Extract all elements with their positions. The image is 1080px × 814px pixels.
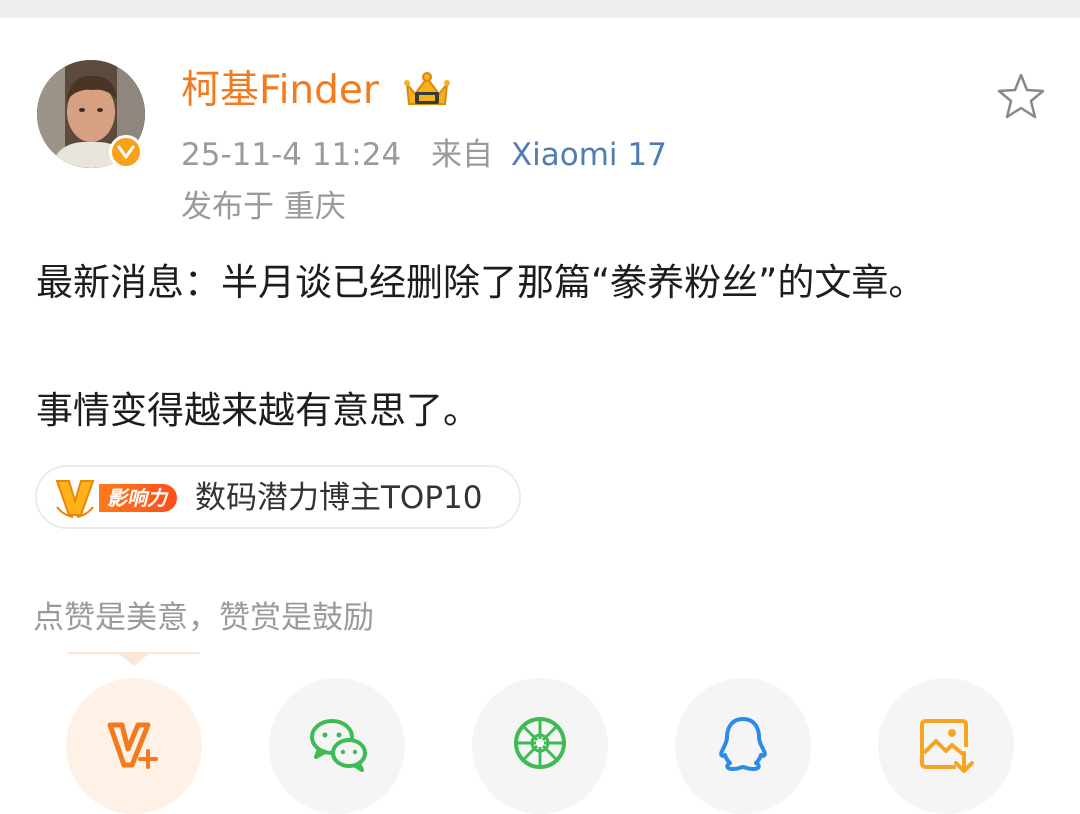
influence-tag: 影响力 bbox=[99, 484, 177, 512]
post-content-line-1: 最新消息：半月谈已经删除了那篇“豢养粉丝”的文章。 bbox=[36, 261, 926, 304]
device-link[interactable]: Xiaomi 17 bbox=[511, 137, 667, 173]
reward-button[interactable] bbox=[66, 678, 202, 814]
save-image-button[interactable] bbox=[878, 678, 1014, 814]
selection-pointer bbox=[117, 652, 151, 666]
appreciate-prompt: 点赞是美意，赞赏是鼓励 bbox=[33, 600, 374, 636]
status-bar-strip bbox=[0, 0, 1080, 18]
influence-badge[interactable]: 影响力 数码潜力博主TOP10 bbox=[35, 465, 521, 529]
vplus-reward-icon bbox=[107, 722, 158, 769]
qq-icon bbox=[719, 717, 767, 771]
verified-badge-icon bbox=[109, 135, 143, 169]
post-content-line-2: 事情变得越来越有意思了。 bbox=[36, 389, 480, 432]
save-image-icon bbox=[920, 719, 974, 773]
crown-member-icon[interactable] bbox=[401, 70, 453, 112]
influence-badge-text: 数码潜力博主TOP10 bbox=[195, 480, 483, 516]
post-meta: 25-11-4 11:24 来自 Xiaomi 17 bbox=[181, 136, 667, 174]
moments-icon bbox=[514, 717, 566, 769]
share-wechat-button[interactable] bbox=[269, 678, 405, 814]
wechat-icon bbox=[310, 719, 367, 772]
username[interactable]: 柯基Finder bbox=[181, 68, 379, 114]
favorite-star-icon[interactable] bbox=[996, 72, 1046, 120]
post-location: 发布于 重庆 bbox=[181, 189, 346, 225]
share-moments-button[interactable] bbox=[472, 678, 608, 814]
share-qq-button[interactable] bbox=[675, 678, 811, 814]
influence-v-icon bbox=[55, 480, 95, 518]
source-prefix: 来自 bbox=[431, 137, 494, 173]
post-time: 25-11-4 11:24 bbox=[181, 137, 402, 173]
